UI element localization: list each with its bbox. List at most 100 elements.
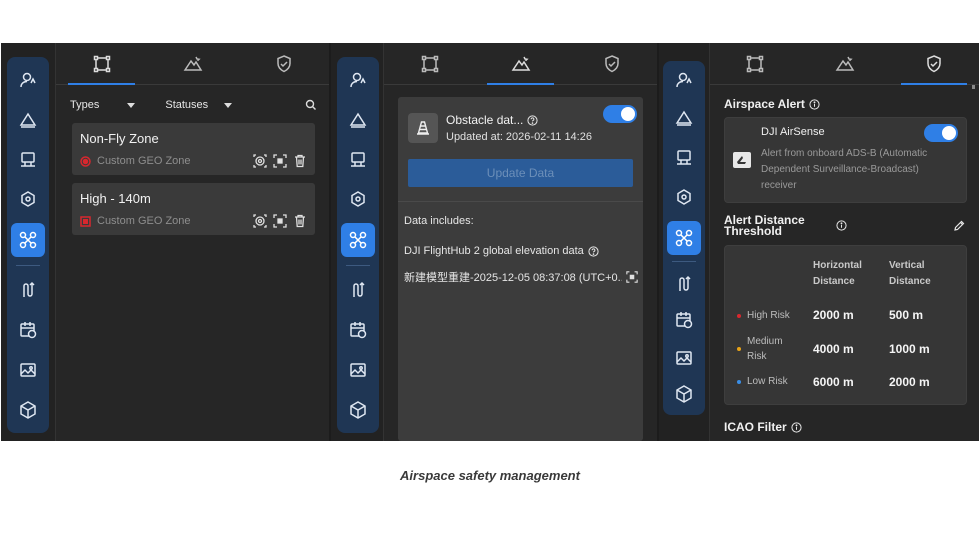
trash-icon[interactable] xyxy=(293,154,307,168)
data-includes-text: Data includes: xyxy=(404,215,474,227)
obstacle-toggle[interactable] xyxy=(603,105,637,123)
sidebar-item-location[interactable] xyxy=(11,183,45,217)
cube-icon xyxy=(350,401,366,419)
screenshot-strip: Types Statuses Non-Fly Zone Custom GEO Z… xyxy=(1,43,979,441)
image-icon xyxy=(676,351,692,365)
zone-card[interactable]: Non-Fly Zone Custom GEO Zone xyxy=(72,123,315,175)
low-risk-vertical: 2000 m xyxy=(889,375,930,389)
sidebar-item-terrain[interactable] xyxy=(667,101,701,135)
sidebar-item-model[interactable] xyxy=(11,393,45,427)
sidebar-item-route[interactable] xyxy=(341,273,375,307)
focus-icon[interactable] xyxy=(273,214,287,228)
circle-zone-icon xyxy=(80,155,91,167)
sidebar-item-map[interactable] xyxy=(11,143,45,177)
tab-obstacles[interactable] xyxy=(475,43,566,85)
image-icon xyxy=(350,363,366,377)
help-icon[interactable] xyxy=(588,245,599,257)
model-entry-row: 新建模型重建-2025-12-05 08:37:08 (UTC+0... xyxy=(404,269,622,285)
statuses-filter[interactable]: Statuses xyxy=(165,99,233,111)
sidebar-item-drone[interactable] xyxy=(11,223,45,257)
zone-type: Custom GEO Zone xyxy=(80,155,191,167)
airsense-plane-icon xyxy=(733,152,751,168)
medium-risk-horizontal: 4000 m xyxy=(813,342,854,356)
user-icon xyxy=(350,72,366,88)
sidebar-item-schedule[interactable] xyxy=(11,313,45,347)
tab-airspace[interactable] xyxy=(238,43,329,84)
sidebar-item-map[interactable] xyxy=(341,143,375,177)
terrain-icon xyxy=(675,110,693,126)
sidebar-item-schedule[interactable] xyxy=(667,303,701,337)
sidebar-item-media[interactable] xyxy=(11,353,45,387)
airsense-description: Alert from onboard ADS-B (Automatic Depe… xyxy=(761,148,928,191)
edit-icon[interactable] xyxy=(953,220,965,232)
focus-icon[interactable] xyxy=(273,154,287,168)
sidebar-item-drone[interactable] xyxy=(341,223,375,257)
icao-filter-heading: ICAO Filter xyxy=(724,420,802,434)
sidebar-item-location[interactable] xyxy=(341,183,375,217)
airsense-title: DJI AirSense xyxy=(761,126,825,138)
info-icon[interactable] xyxy=(836,220,847,231)
low-risk-dot xyxy=(737,379,741,384)
high-risk-horizontal: 2000 m xyxy=(813,308,854,322)
medium-risk-dot xyxy=(737,347,741,351)
sidebar-item-users[interactable] xyxy=(341,63,375,97)
focus-icon[interactable] xyxy=(626,271,638,283)
sidebar-item-model[interactable] xyxy=(341,393,375,427)
terrain-icon xyxy=(349,112,367,128)
zone-name: Non-Fly Zone xyxy=(80,131,159,146)
threshold-table: Horizontal Distance Vertical Distance Hi… xyxy=(724,245,967,405)
zone-card[interactable]: High - 140m Custom GEO Zone xyxy=(72,183,315,235)
airspace-alert-title: Airspace Alert xyxy=(724,97,805,111)
tab-zones[interactable] xyxy=(384,43,475,84)
obstacle-title-text: Obstacle dat... xyxy=(446,113,524,127)
data-source-text: DJI FlightHub 2 global elevation data xyxy=(404,245,584,257)
info-icon[interactable] xyxy=(791,421,802,433)
locate-icon[interactable] xyxy=(253,214,267,228)
tab-airspace[interactable] xyxy=(889,43,979,85)
tab-obstacles[interactable] xyxy=(147,43,238,84)
sidebar-item-schedule[interactable] xyxy=(341,313,375,347)
sidebar-item-map[interactable] xyxy=(667,141,701,175)
sidebar-item-media[interactable] xyxy=(341,353,375,387)
zone-type: Custom GEO Zone xyxy=(80,215,191,227)
airsense-toggle[interactable] xyxy=(924,124,958,142)
sidebar-item-users[interactable] xyxy=(667,63,701,97)
calendar-clock-icon xyxy=(676,312,693,329)
help-icon[interactable] xyxy=(527,114,538,126)
data-includes-label: Data includes: xyxy=(404,215,474,227)
sidebar-item-users[interactable] xyxy=(11,63,45,97)
risk-label: Low Risk xyxy=(747,376,788,387)
sidebar-item-location[interactable] xyxy=(667,181,701,215)
info-icon[interactable] xyxy=(809,98,820,110)
shield-check-icon xyxy=(927,54,941,72)
locate-icon[interactable] xyxy=(253,154,267,168)
tab-airspace[interactable] xyxy=(566,43,657,84)
trash-icon[interactable] xyxy=(293,214,307,228)
tab-zones[interactable] xyxy=(56,43,147,85)
zone-frame-icon xyxy=(93,55,110,72)
scrollbar[interactable] xyxy=(972,85,975,89)
obstacle-title: Obstacle dat... xyxy=(446,113,538,127)
route-icon xyxy=(23,281,35,297)
vertical-distance-header: Vertical Distance xyxy=(889,260,931,287)
location-cube-icon xyxy=(677,189,691,205)
sidebar-item-route[interactable] xyxy=(11,273,45,307)
update-data-button[interactable]: Update Data xyxy=(408,159,633,187)
sidebar-item-drone[interactable] xyxy=(667,221,701,255)
types-filter[interactable]: Types xyxy=(70,99,136,111)
tab-zones[interactable] xyxy=(710,43,800,84)
sidebar-item-media[interactable] xyxy=(667,341,701,375)
sidebar-item-terrain[interactable] xyxy=(11,103,45,137)
search-icon[interactable] xyxy=(305,99,317,111)
tab-obstacles[interactable] xyxy=(800,43,890,84)
risk-label-medium: Medium Risk xyxy=(737,334,797,364)
data-source-row: DJI FlightHub 2 global elevation data xyxy=(404,245,599,257)
mountain-icon xyxy=(511,56,530,71)
risk-label: High Risk xyxy=(747,310,790,321)
cube-icon xyxy=(20,401,36,419)
map-board-icon xyxy=(677,150,691,165)
chevron-down-icon xyxy=(127,102,136,108)
sidebar-item-model[interactable] xyxy=(667,377,701,411)
sidebar-item-terrain[interactable] xyxy=(341,103,375,137)
sidebar-item-route[interactable] xyxy=(667,267,701,301)
